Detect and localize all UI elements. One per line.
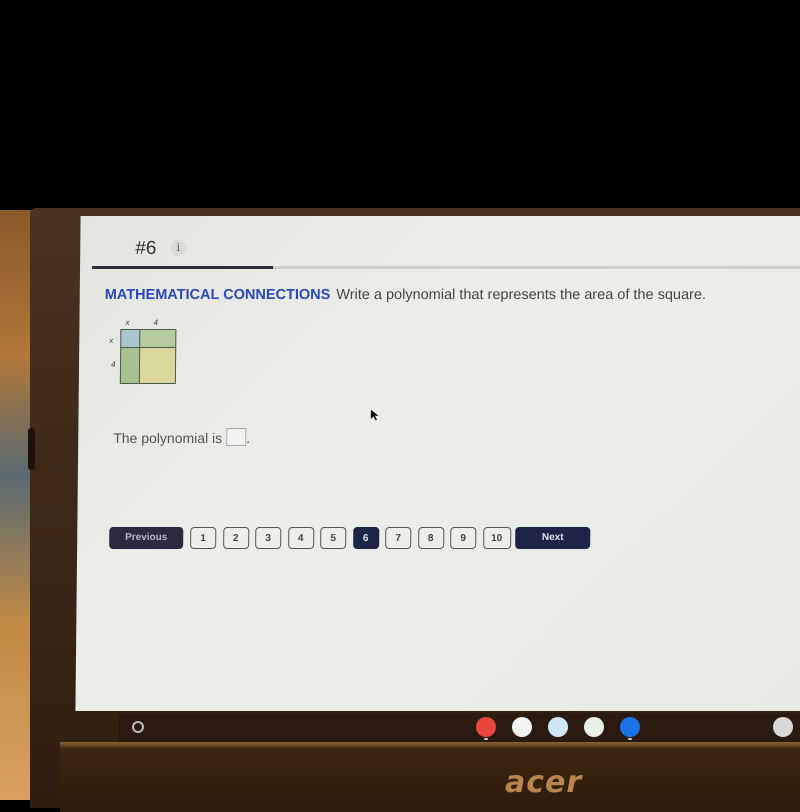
page-button-9[interactable]: 9 <box>450 527 476 549</box>
running-indicator <box>628 738 632 740</box>
page-button-3[interactable]: 3 <box>255 527 281 549</box>
chrome-icon[interactable] <box>476 717 496 737</box>
mouse-cursor-icon <box>369 408 381 422</box>
status-area-icon[interactable] <box>773 717 793 737</box>
page-button-7[interactable]: 7 <box>385 527 411 549</box>
next-button[interactable]: Next <box>515 527 590 549</box>
screen: #6 i MATHEMATICAL CONNECTIONS Write a pol… <box>75 216 800 711</box>
launcher-icon[interactable] <box>132 721 144 733</box>
chromeos-shelf <box>118 713 800 743</box>
area-model-figure: x 4 x 4 <box>107 318 188 398</box>
top-label-4: 4 <box>153 318 158 327</box>
classroom-icon[interactable] <box>584 717 604 737</box>
region-4x-top <box>139 329 176 348</box>
side-label-4: 4 <box>111 360 116 369</box>
region-x-squared <box>120 329 140 348</box>
question-prompt: Write a polynomial that represents the a… <box>336 287 706 303</box>
answer-suffix: . <box>246 430 250 446</box>
progress-bar <box>92 266 800 269</box>
files-icon[interactable] <box>620 717 640 737</box>
progress-fill <box>92 266 273 269</box>
page-button-6[interactable]: 6 <box>353 527 379 549</box>
page-button-2[interactable]: 2 <box>223 527 249 549</box>
page-button-8[interactable]: 8 <box>418 527 444 549</box>
region-16 <box>139 347 176 384</box>
question-text: MATHEMATICAL CONNECTIONS Write a polynomi… <box>105 287 706 303</box>
answer-prefix: The polynomial is <box>113 430 222 446</box>
bezel-slot <box>28 428 35 470</box>
question-number: #6 <box>135 238 156 260</box>
page-button-1[interactable]: 1 <box>190 527 216 549</box>
top-label-x: x <box>125 318 129 327</box>
page-button-10[interactable]: 10 <box>483 527 511 549</box>
answer-line: The polynomial is. <box>113 428 250 446</box>
page-button-5[interactable]: 5 <box>320 527 346 549</box>
region-4x-side <box>120 347 140 384</box>
page-button-4[interactable]: 4 <box>288 527 314 549</box>
brand-logo: acer <box>505 765 582 800</box>
app-icon[interactable] <box>548 717 568 737</box>
info-icon[interactable]: i <box>170 240 186 256</box>
laptop-lower-bezel <box>60 742 800 812</box>
question-tag: MATHEMATICAL CONNECTIONS <box>105 287 331 303</box>
drive-icon[interactable] <box>512 717 532 737</box>
previous-button[interactable]: Previous <box>109 527 183 549</box>
answer-input[interactable] <box>226 428 246 446</box>
side-label-x: x <box>109 336 113 345</box>
running-indicator <box>484 738 488 740</box>
